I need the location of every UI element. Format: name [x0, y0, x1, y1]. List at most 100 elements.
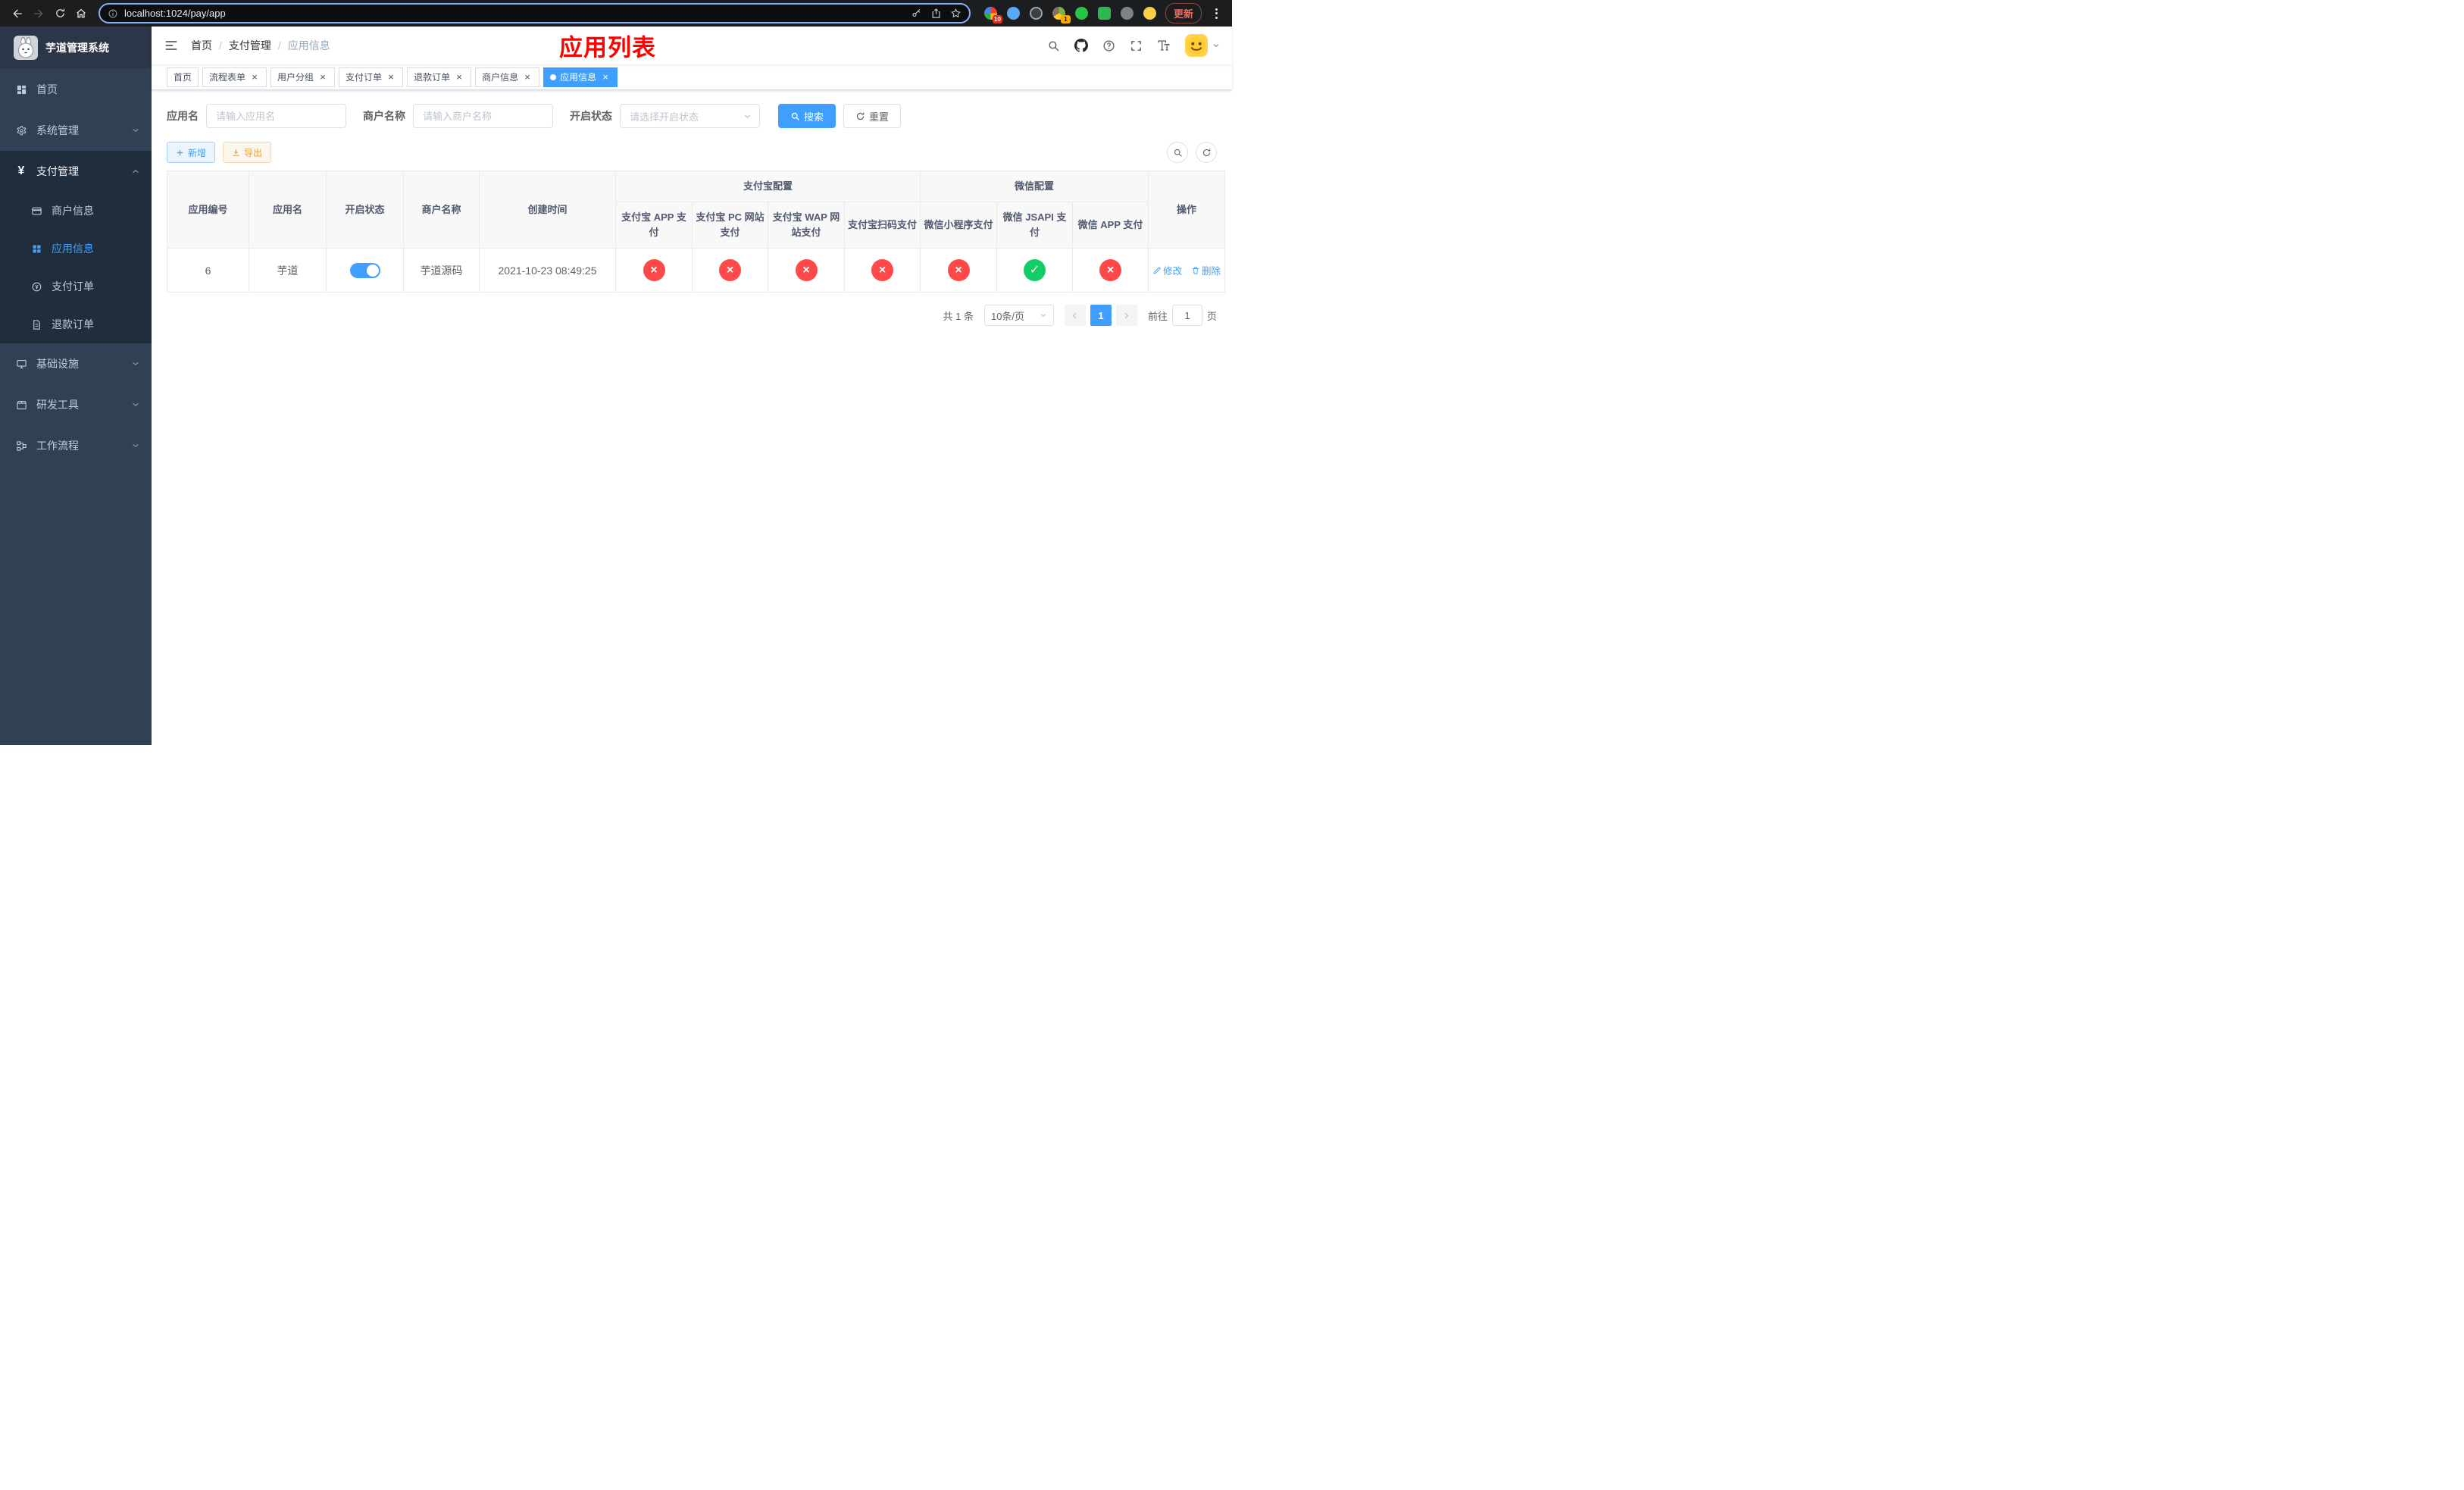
search-button[interactable]: 搜索: [778, 104, 836, 128]
sidebar-item-refund-order[interactable]: 退款订单: [0, 305, 152, 343]
sidebar-item-app-info[interactable]: 应用信息: [0, 230, 152, 268]
user-menu[interactable]: [1185, 34, 1220, 57]
sidebar: 芋道管理系统 首页 系统管理 ¥ 支付管理 商户信息 应用信息 支付订单 退款订…: [0, 27, 152, 745]
close-tab-icon[interactable]: ×: [317, 72, 328, 83]
sidebar-item-merchant-info[interactable]: 商户信息: [0, 192, 152, 230]
extension-icon-1[interactable]: 10: [983, 7, 1002, 23]
tab-pay-order[interactable]: 支付订单 ×: [339, 67, 404, 87]
reload-icon[interactable]: [50, 4, 70, 23]
breadcrumb-separator: /: [219, 39, 222, 52]
breadcrumb-payment[interactable]: 支付管理: [229, 38, 271, 53]
share-icon[interactable]: [930, 8, 942, 19]
font-size-icon[interactable]: [1157, 39, 1171, 52]
top-navbar: 首页 / 支付管理 / 应用信息 应用列表: [152, 27, 1232, 64]
sidebar-item-label: 首页: [36, 83, 58, 95]
sidebar-item-label: 商户信息: [52, 205, 94, 217]
edit-link[interactable]: 修改: [1152, 263, 1182, 277]
home-icon[interactable]: [71, 4, 91, 23]
back-icon[interactable]: [8, 4, 27, 23]
breadcrumb-home[interactable]: 首页: [191, 38, 212, 53]
tab-merchant-info[interactable]: 商户信息 ×: [475, 67, 540, 87]
toggle-search-button[interactable]: [1167, 142, 1188, 163]
refresh-table-button[interactable]: [1196, 142, 1217, 163]
extension-icon-6[interactable]: [1097, 7, 1111, 20]
page-number-button[interactable]: 1: [1090, 305, 1112, 327]
tab-user-group[interactable]: 用户分组 ×: [270, 67, 336, 87]
reset-button[interactable]: 重置: [843, 104, 902, 128]
app-frame: 芋道管理系统 首页 系统管理 ¥ 支付管理 商户信息 应用信息 支付订单 退款订…: [0, 27, 1232, 745]
tab-label: 用户分组: [277, 72, 314, 83]
total-count: 共 1 条: [943, 310, 974, 322]
sidebar-item-home[interactable]: 首页: [0, 69, 152, 110]
extension-icon-4[interactable]: 1: [1052, 7, 1071, 23]
password-key-icon[interactable]: [911, 8, 922, 19]
page-size-select[interactable]: 10条/页: [983, 305, 1054, 327]
fullscreen-icon[interactable]: [1130, 39, 1143, 52]
chevron-down-icon: [132, 442, 139, 449]
browser-update-button[interactable]: 更新: [1165, 3, 1202, 23]
site-info-icon[interactable]: [108, 8, 118, 19]
sidebar-item-pay-order[interactable]: 支付订单: [0, 268, 152, 305]
alipay-app-status-icon: ×: [643, 259, 665, 282]
browser-menu-icon[interactable]: [1209, 8, 1223, 19]
prev-page-button[interactable]: [1064, 305, 1086, 327]
pay-order-icon: [30, 280, 42, 293]
col-wx-lite: 微信小程序支付: [920, 202, 998, 249]
extension-icon-2[interactable]: [1006, 7, 1020, 20]
app-title: 芋道管理系统: [45, 42, 109, 54]
chevron-down-icon: [132, 127, 139, 134]
merchant-name-input[interactable]: [413, 104, 553, 128]
page-title-annotation: 应用列表: [559, 34, 656, 61]
cell-alipay-qr: ×: [843, 248, 921, 293]
cell-app-id: 6: [167, 248, 249, 293]
help-icon[interactable]: [1102, 39, 1115, 52]
status-select[interactable]: 请选择开启状态: [620, 104, 760, 128]
alipay-pc-status-icon: ×: [719, 259, 741, 282]
tab-home[interactable]: 首页: [167, 67, 199, 87]
sidebar-logo[interactable]: 芋道管理系统: [0, 27, 152, 69]
close-tab-icon[interactable]: ×: [522, 72, 533, 83]
extension-icon-8[interactable]: [1143, 7, 1156, 20]
tab-process-form[interactable]: 流程表单 ×: [202, 67, 267, 87]
sidebar-item-workflow[interactable]: 工作流程: [0, 425, 152, 466]
col-group-alipay: 支付宝配置: [614, 170, 921, 203]
goto-page-input[interactable]: [1171, 305, 1202, 327]
toolbox-icon: [15, 399, 27, 411]
bookmark-star-icon[interactable]: [950, 8, 962, 19]
close-tab-icon[interactable]: ×: [600, 72, 611, 83]
app-name-input[interactable]: [206, 104, 346, 128]
forward-icon[interactable]: [29, 4, 48, 23]
page-size-value: 10条/页: [990, 310, 1025, 322]
add-button[interactable]: 新增: [167, 142, 216, 163]
sidebar-item-label: 退款订单: [52, 318, 94, 330]
cell-wx-app: ×: [1072, 248, 1149, 293]
sidebar-item-label: 支付订单: [52, 280, 94, 293]
search-icon: [790, 111, 800, 121]
sidebar-item-label: 支付管理: [36, 165, 79, 177]
close-tab-icon[interactable]: ×: [454, 72, 464, 83]
close-tab-icon[interactable]: ×: [249, 72, 260, 83]
wx-jsapi-status-icon: ✓: [1024, 259, 1046, 282]
sidebar-item-system[interactable]: 系统管理: [0, 110, 152, 151]
next-page-button[interactable]: [1115, 305, 1137, 327]
tab-app-info[interactable]: 应用信息 ×: [543, 67, 618, 87]
extension-icon-5[interactable]: [1074, 7, 1088, 20]
github-icon[interactable]: [1074, 39, 1088, 52]
tab-refund-order[interactable]: 退款订单 ×: [407, 67, 472, 87]
extension-icon-7[interactable]: [1120, 7, 1134, 20]
chevron-up-icon: [132, 167, 139, 175]
hamburger-icon[interactable]: [164, 38, 179, 53]
sidebar-item-dev-tools[interactable]: 研发工具: [0, 384, 152, 425]
cell-wx-jsapi: ✓: [996, 248, 1074, 293]
breadcrumb: 首页 / 支付管理 / 应用信息: [191, 38, 330, 53]
sidebar-item-payment[interactable]: ¥ 支付管理: [0, 151, 152, 192]
plus-icon: [176, 149, 184, 157]
close-tab-icon[interactable]: ×: [386, 72, 396, 83]
sidebar-item-infrastructure[interactable]: 基础设施: [0, 343, 152, 384]
delete-link[interactable]: 删除: [1191, 263, 1221, 277]
search-icon[interactable]: [1047, 39, 1060, 52]
status-toggle[interactable]: [349, 262, 380, 278]
extension-icon-3[interactable]: [1029, 7, 1043, 20]
export-button[interactable]: 导出: [223, 142, 272, 163]
address-bar[interactable]: localhost:1024/pay/app: [98, 3, 971, 23]
